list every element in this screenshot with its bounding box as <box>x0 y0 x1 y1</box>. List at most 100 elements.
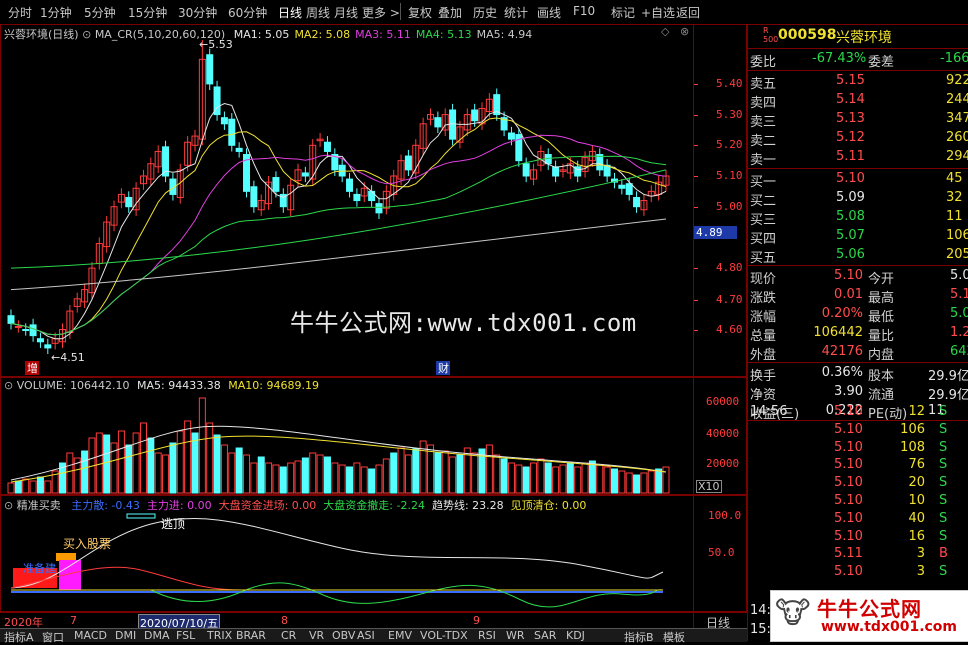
tab-dma[interactable]: DMA <box>144 629 170 642</box>
volume-bar <box>552 466 560 494</box>
tab-dmi[interactable]: DMI <box>115 629 136 642</box>
volume-bar <box>360 466 368 494</box>
price-tick-4: 5.00 <box>716 200 743 213</box>
bid-row-2[interactable]: 买二 5.09 32 <box>750 189 968 209</box>
bid-row-4[interactable]: 买四 5.07 106 <box>750 227 968 247</box>
bid-row-1[interactable]: 买一 5.10 45 <box>750 170 968 190</box>
tick-side: S <box>939 439 948 455</box>
period-button-2[interactable]: 5分钟 <box>84 4 116 21</box>
volume-bar <box>449 456 457 494</box>
chevron-down-icon[interactable]: ⊙ <box>4 379 13 392</box>
date-label-sep: 9 <box>473 614 480 627</box>
date-axis: 2020年 7 2020/07/10/五 8 9 日线 <box>0 612 747 632</box>
period-button-9[interactable]: 更多 > <box>362 4 400 21</box>
toolbar-action-1[interactable]: 叠加 <box>438 4 462 21</box>
indicator-axis: 100.0 50.0 <box>694 495 747 612</box>
toolbar-action-2[interactable]: 历史 <box>473 4 497 21</box>
period-button-5[interactable]: 60分钟 <box>228 4 267 21</box>
volume-bar <box>574 466 582 494</box>
zeng-marker: 增 <box>27 361 38 375</box>
volume-bar <box>625 472 633 494</box>
volume-bar <box>426 444 434 494</box>
tab-窗口[interactable]: 窗口 <box>42 629 64 645</box>
period-button-0[interactable]: 分时 <box>8 4 32 21</box>
tab-fsl[interactable]: FSL <box>176 629 195 642</box>
candle-body <box>235 147 243 152</box>
weibi-label: 委比 <box>750 55 777 70</box>
period-button-7[interactable]: 周线 <box>306 4 330 21</box>
tab-trix[interactable]: TRIX <box>207 629 232 642</box>
tab-模板[interactable]: 模板 <box>663 629 685 645</box>
volume-bar <box>191 432 199 494</box>
candle-body <box>522 163 530 177</box>
candle-body <box>301 172 309 177</box>
tick-row: 5.10 76 S <box>750 456 968 475</box>
tab-macd[interactable]: MACD <box>74 629 107 642</box>
toolbar-action-0[interactable]: 复权 <box>408 4 432 21</box>
period-button-1[interactable]: 1分钟 <box>40 4 72 21</box>
volume-bar <box>220 444 228 494</box>
period-button-6[interactable]: 日线 <box>278 4 302 21</box>
volume-chart[interactable] <box>1 392 693 494</box>
tab-指标a[interactable]: 指标A <box>4 629 34 645</box>
stat-label: 最低 <box>868 310 895 325</box>
tab-sar[interactable]: SAR <box>534 629 556 642</box>
tab-asi[interactable]: ASI <box>357 629 375 642</box>
bid-volume: 11 <box>946 209 963 224</box>
tab-brar[interactable]: BRAR <box>236 629 266 642</box>
tab-vr[interactable]: VR <box>309 629 324 642</box>
stat-label: 总量 <box>750 329 777 344</box>
tick-row: 5.11 3 B <box>750 545 968 564</box>
candle-body <box>507 132 515 140</box>
tab-指标b[interactable]: 指标B <box>624 629 654 645</box>
candle-body <box>14 325 22 328</box>
volume-ma5-value: 94433.38 <box>168 379 221 392</box>
close-icon[interactable]: ⊗ <box>680 25 689 38</box>
bid-row-5[interactable]: 买五 5.06 205 <box>750 246 968 266</box>
price-axis: 5.40 5.30 5.20 5.10 5.00 4.89 4.80 4.70 4.60 <box>694 24 747 377</box>
toolbar-action-8[interactable]: 返回 <box>676 4 700 21</box>
tab-wr[interactable]: WR <box>506 629 525 642</box>
tick-price: 5.10 <box>834 439 863 455</box>
toolbar-action-6[interactable]: 标记 <box>611 4 635 21</box>
toolbar-action-3[interactable]: 统计 <box>504 4 528 21</box>
ask-row-1[interactable]: 卖一 5.11 294 <box>750 148 968 168</box>
period-button-3[interactable]: 15分钟 <box>128 4 167 21</box>
divider <box>748 168 968 169</box>
tab-rsi[interactable]: RSI <box>478 629 496 642</box>
volume-bar <box>375 464 383 494</box>
tab-emv[interactable]: EMV <box>388 629 412 642</box>
volume-bar <box>309 452 317 494</box>
stat-value: 6426 <box>950 344 968 359</box>
tab-obv[interactable]: OBV <box>332 629 355 642</box>
fund-label: 股本 <box>868 369 895 384</box>
weibi-row: 委比 -67.43%委差 -1666 <box>750 50 968 70</box>
ask-row-4[interactable]: 卖四 5.14 244 <box>750 91 968 111</box>
watermark-text: 牛牛公式网:www.tdx001.com <box>290 309 637 337</box>
bid-row-3[interactable]: 买三 5.08 11 <box>750 208 968 228</box>
volume-bar <box>610 468 618 494</box>
volume-bar <box>500 458 508 494</box>
tab-cr[interactable]: CR <box>281 629 296 642</box>
candle-body <box>353 193 361 202</box>
volume-bar <box>382 458 390 494</box>
ask-price: 5.12 <box>836 130 865 145</box>
diamond-icon[interactable]: ◇ <box>661 25 669 38</box>
ask-row-2[interactable]: 卖二 5.12 260 <box>750 129 968 149</box>
period-button-4[interactable]: 30分钟 <box>178 4 217 21</box>
toolbar-action-7[interactable]: +自选 <box>641 4 675 21</box>
volume-bar <box>294 460 302 494</box>
bid-label: 买三 <box>750 213 777 228</box>
price-tick-mark <box>694 176 698 177</box>
ask-row-5[interactable]: 卖五 5.15 922 <box>750 72 968 92</box>
toolbar-action-4[interactable]: 画线 <box>537 4 561 21</box>
ask-row-3[interactable]: 卖三 5.13 347 <box>750 110 968 130</box>
tab-vol-tdx[interactable]: VOL-TDX <box>420 629 468 642</box>
indicator-chart[interactable]: 逃顶买入股票准备建 <box>1 510 693 610</box>
low-label: ←4.51 <box>51 351 85 364</box>
period-button-8[interactable]: 月线 <box>334 4 358 21</box>
price-tick-mark <box>694 300 698 301</box>
toolbar-action-5[interactable]: F10 <box>573 4 595 18</box>
tab-kdj[interactable]: KDJ <box>566 629 585 642</box>
stat-label: 现价 <box>750 272 777 287</box>
